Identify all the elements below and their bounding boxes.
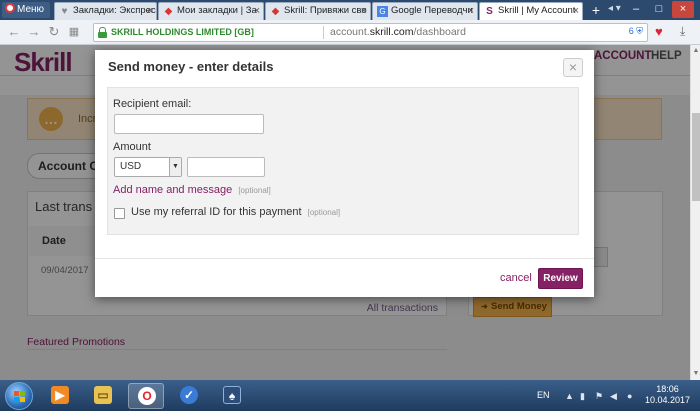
tray-app-icon[interactable]: ● bbox=[627, 391, 632, 401]
scroll-up-icon[interactable]: ▲ bbox=[691, 46, 700, 56]
close-tab-icon[interactable]: × bbox=[254, 3, 260, 19]
tab-title: Google Переводчи bbox=[391, 5, 473, 16]
cancel-link[interactable]: cancel bbox=[500, 272, 532, 284]
skrill-icon: S bbox=[486, 6, 493, 17]
tab-skrill-account[interactable]: S Skrill | My Account × bbox=[479, 2, 583, 20]
close-tab-icon[interactable]: × bbox=[147, 3, 153, 19]
page-scrollbar[interactable]: ▲ ▼ bbox=[690, 45, 700, 380]
close-icon[interactable]: × bbox=[563, 58, 583, 77]
flag-icon[interactable]: ⚑ bbox=[595, 391, 603, 402]
lock-icon bbox=[98, 27, 107, 38]
minimize-icon[interactable]: – bbox=[625, 1, 647, 18]
media-player-icon[interactable]: ▶ bbox=[42, 383, 78, 409]
tab-title: Skrill | My Account bbox=[498, 5, 576, 16]
clock[interactable]: 18:06 10.04.2017 bbox=[645, 384, 690, 406]
url-field[interactable]: SKRILL HOLDINGS LIMITED [GB] account.skr… bbox=[93, 23, 648, 42]
network-icon[interactable]: ▮ bbox=[580, 391, 585, 402]
review-button[interactable]: Review bbox=[538, 268, 583, 289]
windows-logo-icon bbox=[14, 391, 25, 402]
chevron-down-icon: ▼ bbox=[169, 158, 181, 176]
opera-menu-button[interactable]: Меню bbox=[2, 2, 50, 18]
certificate-label: SKRILL HOLDINGS LIMITED [GB] bbox=[111, 27, 254, 37]
back-icon[interactable]: ← bbox=[6, 25, 22, 41]
translate-icon: G bbox=[377, 6, 388, 17]
maximize-icon[interactable]: □ bbox=[648, 1, 670, 18]
dialog-form: Recipient email: Amount USD ▼ Add name a… bbox=[107, 87, 579, 235]
amount-input[interactable] bbox=[187, 157, 265, 177]
dialog-footer-divider bbox=[95, 258, 594, 259]
close-window-icon[interactable]: × bbox=[672, 1, 694, 18]
tab-menu-icon[interactable]: ◂ ▾ bbox=[608, 3, 621, 14]
add-name-and-message[interactable]: Add name and message [optional] bbox=[113, 184, 271, 196]
address-bar-area: ← → ↻ ▦ SKRILL HOLDINGS LIMITED [GB] acc… bbox=[0, 20, 700, 45]
recipient-email-label: Recipient email: bbox=[113, 98, 192, 110]
referral-checkbox[interactable] bbox=[114, 208, 125, 219]
tray-expand-icon[interactable]: ▲ bbox=[565, 391, 574, 401]
referral-label[interactable]: Use my referral ID for this payment [opt… bbox=[131, 206, 340, 218]
scrollbar-thumb[interactable] bbox=[692, 113, 700, 201]
opera-logo-icon bbox=[5, 3, 15, 13]
tab-google-translate[interactable]: G Google Переводчи × bbox=[372, 2, 478, 20]
card-game-icon[interactable]: ♠ bbox=[214, 383, 250, 409]
language-indicator[interactable]: EN bbox=[537, 390, 550, 400]
close-tab-icon[interactable]: × bbox=[573, 3, 579, 19]
tab-title: Закладки: Экспрес bbox=[73, 5, 156, 16]
start-button[interactable] bbox=[5, 382, 33, 410]
scroll-down-icon[interactable]: ▼ bbox=[691, 369, 700, 379]
currency-select[interactable]: USD ▼ bbox=[114, 157, 182, 177]
browser-tab-bar: Меню ♥ Закладки: Экспрес × ◆ Мои закладк… bbox=[0, 0, 700, 20]
send-money-dialog: Send money - enter details × Recipient e… bbox=[95, 50, 594, 297]
bookmark-icon: ◆ bbox=[271, 6, 280, 17]
amount-label: Amount bbox=[113, 141, 151, 153]
recipient-email-input[interactable] bbox=[114, 114, 264, 134]
optional-tag: [optional] bbox=[238, 186, 271, 195]
opera-browser-icon[interactable]: O bbox=[128, 383, 164, 409]
tab-title: Skrill: Привяжи сво bbox=[284, 5, 367, 16]
tab-bookmarks-express[interactable]: ♥ Закладки: Экспрес × bbox=[54, 2, 157, 20]
url-separator bbox=[323, 26, 324, 39]
add-name-link[interactable]: Add name and message bbox=[113, 184, 232, 196]
url-text: account.skrill.com/dashboard bbox=[330, 26, 466, 38]
close-tab-icon[interactable]: × bbox=[468, 3, 474, 19]
optional-tag: [optional] bbox=[307, 208, 341, 217]
windows-taskbar: ▶ ▭ O ✓ ♠ EN ▲ ▮ ⚑ ◀ ● 18:06 10.04.2017 bbox=[0, 380, 700, 411]
forward-icon[interactable]: → bbox=[26, 25, 42, 41]
tab-title: Мои закладки | За bbox=[177, 5, 257, 16]
bookmark-heart-icon[interactable]: ♥ bbox=[655, 24, 663, 39]
reload-icon[interactable]: ↻ bbox=[46, 25, 62, 41]
extension-badge[interactable]: 6 ⛨ bbox=[629, 26, 643, 37]
clock-date: 10.04.2017 bbox=[645, 395, 691, 405]
file-explorer-icon[interactable]: ▭ bbox=[85, 383, 121, 409]
download-icon[interactable]: ⤓ bbox=[680, 24, 685, 39]
speaker-icon[interactable]: ◀ bbox=[610, 391, 617, 402]
tab-my-bookmarks[interactable]: ◆ Мои закладки | За × bbox=[158, 2, 264, 20]
home-grid-icon[interactable]: ▦ bbox=[66, 25, 82, 41]
tab-skrill-link[interactable]: ◆ Skrill: Привяжи сво × bbox=[265, 2, 371, 20]
close-tab-icon[interactable]: × bbox=[361, 3, 367, 19]
system-tool-icon[interactable]: ✓ bbox=[171, 383, 207, 409]
clock-time: 18:06 bbox=[656, 384, 679, 394]
currency-value: USD bbox=[120, 161, 142, 172]
heart-icon: ♥ bbox=[61, 6, 68, 17]
dialog-title: Send money - enter details bbox=[108, 59, 274, 74]
bookmark-icon: ◆ bbox=[164, 6, 173, 17]
new-tab-button[interactable]: + bbox=[588, 3, 604, 18]
